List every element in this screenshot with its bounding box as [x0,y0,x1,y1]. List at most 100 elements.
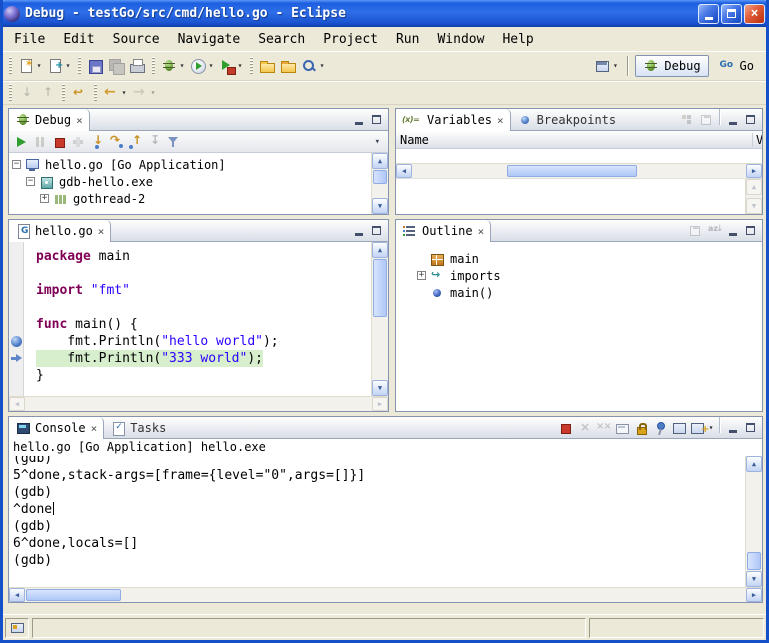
toolbar-grip[interactable] [9,84,12,102]
close-tab-icon[interactable]: × [91,422,98,435]
tab-debug[interactable]: Debug × [9,109,90,131]
maximize-view-button[interactable] [742,420,759,436]
scrollbar-thumb[interactable] [373,259,387,317]
close-button[interactable]: × [744,4,765,24]
minimize-view-button[interactable] [350,223,367,239]
console-horizontal-scrollbar[interactable]: ◀ ▶ [9,587,762,602]
terminate-button[interactable] [556,418,575,438]
console-output[interactable]: (gdb)5^done,stack-args=[frame={level="0"… [9,456,745,587]
scrollbar-thumb[interactable] [747,552,761,570]
dropdown-arrow-icon[interactable]: ▾ [35,61,43,70]
scroll-right-button[interactable]: ▶ [746,588,762,602]
save-button[interactable] [85,55,106,77]
perspective-go-button[interactable]: Go [711,55,762,77]
variables-column-header[interactable]: Name V [396,131,762,149]
collapse-outline-button[interactable] [686,221,705,241]
variables-tree[interactable] [396,149,762,163]
fast-view-cell[interactable] [5,618,29,638]
dropdown-arrow-icon[interactable]: ▾ [318,61,326,70]
menu-item-edit[interactable]: Edit [54,30,103,49]
clear-console-button[interactable] [613,418,632,438]
scroll-down-button[interactable]: ▼ [372,380,388,396]
editor-vertical-scrollbar[interactable]: ▲ ▼ [371,242,388,396]
titlebar[interactable]: Debug - testGo/src/cmd/hello.go - Eclips… [0,0,769,27]
step-over-button[interactable] [107,132,126,152]
menu-item-project[interactable]: Project [314,30,387,49]
dropdown-arrow-icon[interactable]: ▾ [178,61,186,70]
expander-icon[interactable]: − [26,177,35,186]
column-value[interactable]: V [752,133,762,147]
scroll-left-button[interactable]: ◀ [396,164,412,178]
run-button[interactable]: ▾ [188,55,217,77]
display-console-button[interactable] [670,418,689,438]
tab-breakpoints[interactable]: Breakpoints [511,109,622,130]
new-go-element-button[interactable]: ▾ [45,55,74,77]
toolbar-grip[interactable] [152,57,155,75]
scroll-right-button[interactable]: ▶ [746,164,762,178]
scroll-down-button[interactable]: ▼ [372,198,388,214]
scrollbar-thumb[interactable] [507,165,637,177]
column-name[interactable]: Name [400,133,429,147]
dropdown-arrow-icon[interactable]: ▾ [207,61,215,70]
scrollbar-thumb[interactable] [26,589,121,601]
tab-outline[interactable]: Outline × [396,220,491,242]
instruction-pointer-icon[interactable] [11,353,22,364]
minimize-view-button[interactable] [724,223,741,239]
expander-icon[interactable]: − [12,160,21,169]
minimize-view-button[interactable] [724,420,741,436]
step-return-button[interactable] [126,132,145,152]
scrollbar-track[interactable] [372,258,388,380]
sort-button[interactable] [705,221,724,241]
maximize-view-button[interactable] [368,112,385,128]
collapse-all-button[interactable] [697,110,716,130]
show-logical-structure-button[interactable] [678,110,697,130]
pin-console-button[interactable] [651,418,670,438]
editor-ruler[interactable] [9,242,24,396]
menu-item-navigate[interactable]: Navigate [169,30,250,49]
save-all-button[interactable] [106,55,127,77]
scroll-up-button[interactable]: ▲ [746,456,762,472]
resume-button[interactable] [12,132,31,152]
scroll-down-button[interactable]: ▼ [746,571,762,587]
menu-item-source[interactable]: Source [104,30,169,49]
scrollbar-thumb[interactable] [373,170,387,184]
open-console-button[interactable]: ▾ [689,418,716,438]
dropdown-arrow-icon[interactable]: ▾ [120,88,128,97]
toolbar-grip[interactable] [94,84,97,102]
forward-button[interactable]: ▾ [130,82,159,104]
console-vertical-scrollbar[interactable]: ▲ ▼ [745,456,762,587]
print-button[interactable] [127,55,148,77]
drop-to-frame-button[interactable] [145,132,164,152]
close-tab-icon[interactable]: × [497,114,504,127]
tree-item[interactable]: main [414,250,762,267]
terminate-button[interactable] [50,132,69,152]
variables-horizontal-scrollbar[interactable]: ◀ ▶ [396,163,762,178]
dropdown-arrow-icon[interactable]: ▾ [236,61,244,70]
scrollbar-track[interactable] [746,472,762,571]
next-annotation-button[interactable] [16,82,37,104]
tab-tasks[interactable]: Tasks [104,417,172,438]
scrollbar-track[interactable] [25,588,746,602]
tree-item[interactable]: −hello.go [Go Application] [9,156,371,173]
dropdown-arrow-icon[interactable]: ▾ [611,61,619,70]
scroll-lock-button[interactable] [632,418,651,438]
open-resource-button[interactable] [278,55,299,77]
expander-icon[interactable]: + [40,194,49,203]
maximize-view-button[interactable] [742,223,759,239]
menu-item-run[interactable]: Run [387,30,428,49]
tree-item[interactable]: main() [414,284,762,301]
variables-detail-text[interactable] [396,179,745,214]
tab-console[interactable]: Console × [9,417,104,439]
search-button[interactable]: ▾ [299,55,328,77]
tree-item[interactable]: +imports [414,267,762,284]
toolbar-grip[interactable] [78,57,81,75]
scroll-left-button[interactable]: ◀ [9,588,25,602]
code-area[interactable]: package mainimport "fmt"func main() { fm… [24,242,371,396]
dropdown-arrow-icon[interactable]: ▾ [149,88,157,97]
dropdown-arrow-icon[interactable]: ▾ [64,61,72,70]
toolbar-grip[interactable] [9,57,12,75]
prev-annotation-button[interactable] [37,82,58,104]
open-folder-button[interactable] [257,55,278,77]
close-tab-icon[interactable]: × [76,114,83,127]
suspend-button[interactable] [31,132,50,152]
